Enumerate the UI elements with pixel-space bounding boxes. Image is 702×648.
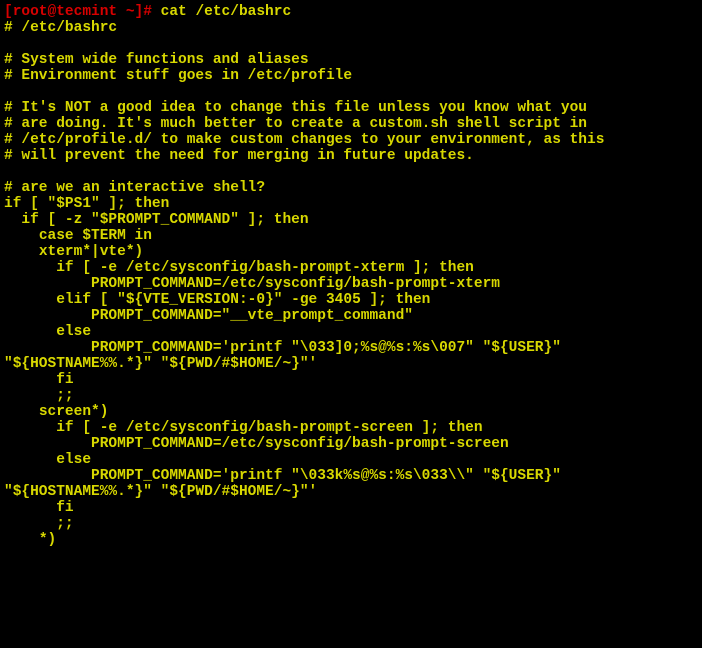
line-12: if [ -z "$PROMPT_COMMAND" ]; then — [4, 212, 309, 228]
line-27: PROMPT_COMMAND='printf "\033k%s@%s:%s\03… — [4, 468, 570, 500]
line-29: ;; — [4, 516, 74, 532]
line-0: # /etc/bashrc — [4, 20, 117, 36]
prompt-tilde: ~ — [117, 4, 134, 20]
line-7: # /etc/profile.d/ to make custom changes… — [4, 132, 604, 148]
line-19: else — [4, 324, 91, 340]
command-text: cat /etc/bashrc — [161, 4, 292, 20]
line-5: # It's NOT a good idea to change this fi… — [4, 100, 587, 116]
line-24: if [ -e /etc/sysconfig/bash-prompt-scree… — [4, 420, 483, 436]
line-18: PROMPT_COMMAND="__vte_prompt_command" — [4, 308, 413, 324]
line-2: # System wide functions and aliases — [4, 52, 309, 68]
line-16: PROMPT_COMMAND=/etc/sysconfig/bash-promp… — [4, 276, 500, 292]
line-22: ;; — [4, 388, 74, 404]
line-14: xterm*|vte*) — [4, 244, 143, 260]
line-3: # Environment stuff goes in /etc/profile — [4, 68, 352, 84]
line-15: if [ -e /etc/sysconfig/bash-prompt-xterm… — [4, 260, 474, 276]
line-25: PROMPT_COMMAND=/etc/sysconfig/bash-promp… — [4, 436, 509, 452]
prompt-symbol: # — [143, 4, 160, 20]
line-17: elif [ "${VTE_VERSION:-0}" -ge 3405 ]; t… — [4, 292, 430, 308]
line-26: else — [4, 452, 91, 468]
line-13: case $TERM in — [4, 228, 152, 244]
line-10: # are we an interactive shell? — [4, 180, 265, 196]
line-28: fi — [4, 500, 74, 516]
line-20: PROMPT_COMMAND='printf "\033]0;%s@%s:%s\… — [4, 340, 570, 372]
line-21: fi — [4, 372, 74, 388]
terminal-output: [root@tecmint ~]# cat /etc/bashrc # /etc… — [4, 4, 698, 548]
line-8: # will prevent the need for merging in f… — [4, 148, 474, 164]
line-23: screen*) — [4, 404, 108, 420]
line-11: if [ "$PS1" ]; then — [4, 196, 169, 212]
prompt-bracket-open: [ — [4, 4, 13, 20]
line-30: *) — [4, 532, 56, 548]
prompt-user-host: root@tecmint — [13, 4, 117, 20]
prompt-bracket-close: ] — [135, 4, 144, 20]
line-6: # are doing. It's much better to create … — [4, 116, 587, 132]
